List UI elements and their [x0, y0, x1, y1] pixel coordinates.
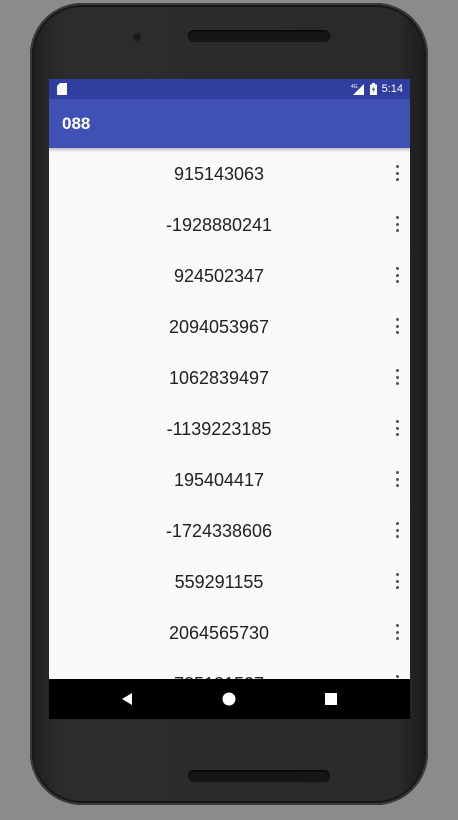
status-time: 5:14 — [381, 83, 403, 95]
app-title: 088 — [62, 114, 91, 133]
status-bar: 4G 5:14 — [49, 79, 410, 99]
item-value: 785181527 — [49, 672, 389, 679]
battery-icon — [369, 83, 377, 95]
list-item[interactable]: 924502347 — [49, 250, 410, 301]
list-item[interactable]: 2094053967 — [49, 301, 410, 352]
item-value: 2094053967 — [168, 317, 270, 337]
list-item[interactable]: -1139223185 — [49, 403, 410, 454]
item-value: 915143063 — [173, 164, 265, 184]
more-vert-icon[interactable] — [392, 469, 402, 489]
app-bar: 088 — [49, 99, 410, 148]
list-item[interactable]: -1928880241 — [49, 199, 410, 250]
more-vert-icon[interactable] — [392, 367, 402, 387]
svg-text:4G: 4G — [351, 84, 358, 90]
sd-card-icon — [57, 83, 67, 95]
back-icon[interactable] — [117, 689, 137, 709]
item-value: 1062839497 — [168, 368, 270, 388]
item-value: -1928880241 — [165, 215, 273, 235]
more-vert-icon[interactable] — [392, 571, 402, 591]
more-vert-icon[interactable] — [392, 214, 402, 234]
list-item[interactable]: 1062839497 — [49, 352, 410, 403]
item-value: 195404417 — [173, 470, 265, 490]
list-item[interactable]: 559291155 — [49, 556, 410, 607]
status-icons: 4G 5:14 — [351, 82, 403, 96]
signal-icon: 4G — [351, 84, 364, 95]
item-value: -1724338606 — [165, 521, 273, 541]
bottom-speaker — [188, 770, 330, 782]
item-value: 559291155 — [174, 572, 264, 592]
front-camera — [133, 33, 141, 41]
navigation-bar — [49, 679, 410, 719]
more-vert-icon[interactable] — [392, 316, 402, 336]
more-vert-icon[interactable] — [392, 163, 402, 183]
emulator-frame: 4G 5:14 088 915143063 -1928880241 924502… — [0, 0, 458, 820]
home-icon[interactable] — [219, 689, 239, 709]
more-vert-icon[interactable] — [392, 418, 402, 438]
top-speaker — [188, 30, 330, 42]
item-value: 2064565730 — [168, 623, 270, 643]
device-screen: 4G 5:14 088 915143063 -1928880241 924502… — [49, 79, 410, 719]
more-vert-icon[interactable] — [392, 520, 402, 540]
item-value: 924502347 — [173, 266, 265, 286]
more-vert-icon[interactable] — [392, 622, 402, 642]
list-item[interactable]: 785181527 — [49, 658, 410, 679]
item-value: -1139223185 — [166, 419, 272, 439]
list-item[interactable]: 195404417 — [49, 454, 410, 505]
list-item[interactable]: 915143063 — [49, 148, 410, 199]
list-item[interactable]: 2064565730 — [49, 607, 410, 658]
more-vert-icon[interactable] — [392, 265, 402, 285]
number-list[interactable]: 915143063 -1928880241 924502347 20940539… — [49, 148, 410, 679]
recents-icon[interactable] — [321, 689, 341, 709]
list-item[interactable]: -1724338606 — [49, 505, 410, 556]
